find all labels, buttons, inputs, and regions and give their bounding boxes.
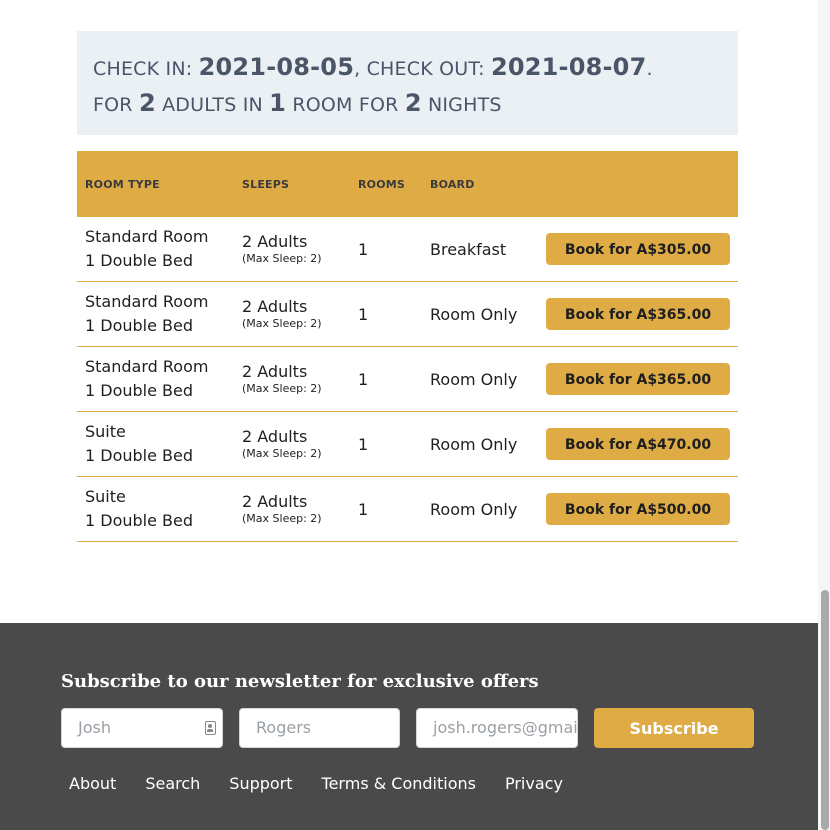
header-action [538,151,738,217]
bed-type: 1 Double Bed [85,251,194,270]
adults-label: ADULTS IN [162,94,263,116]
bed-type: 1 Double Bed [85,381,194,400]
table-header-row: ROOM TYPE SLEEPS ROOMS BOARD [77,151,738,217]
summary-dates: CHECK IN: 2021-08-05, CHECK OUT: 2021-08… [93,49,722,85]
action-cell: Book for A$500.00 [538,476,738,542]
room-type: Standard Room [85,357,209,376]
sleeps-value: 2 Adults [242,232,308,251]
room-type-cell: Standard Room 1 Double Bed [77,346,234,412]
rooms-table: ROOM TYPE SLEEPS ROOMS BOARD Standard Ro… [77,151,738,542]
check-out-date: 2021-08-07 [490,53,647,81]
footer-link-search[interactable]: Search [145,774,200,793]
header-sleeps: SLEEPS [234,151,350,217]
sleeps-value: 2 Adults [242,427,308,446]
max-sleep: (Max Sleep: 2) [242,382,322,395]
bed-type: 1 Double Bed [85,316,194,335]
check-in-label: CHECK IN: [93,58,193,80]
last-name-placeholder: Rogers [256,718,312,737]
scrollbar-thumb[interactable] [821,590,829,830]
book-button[interactable]: Book for A$470.00 [546,428,730,460]
book-button[interactable]: Book for A$305.00 [546,233,730,265]
book-button[interactable]: Book for A$365.00 [546,298,730,330]
book-button[interactable]: Book for A$365.00 [546,363,730,395]
first-name-placeholder: Josh [78,718,111,737]
email-input[interactable]: josh.rogers@gmail.com [416,708,578,748]
footer-link-terms[interactable]: Terms & Conditions [322,774,476,793]
bed-type: 1 Double Bed [85,446,194,465]
max-sleep: (Max Sleep: 2) [242,512,322,525]
first-name-input[interactable]: Josh [61,708,223,748]
header-room-type: ROOM TYPE [77,151,234,217]
sleeps-value: 2 Adults [242,362,308,381]
header-rooms: ROOMS [350,151,422,217]
rooms-cell: 1 [350,476,422,542]
footer-link-about[interactable]: About [69,774,116,793]
room-type: Standard Room [85,227,209,246]
last-name-input[interactable]: Rogers [239,708,400,748]
summary-separator: , [354,58,367,80]
bed-type: 1 Double Bed [85,511,194,530]
room-type: Suite [85,487,126,506]
for-label: FOR [93,94,133,116]
rooms-cell: 1 [350,281,422,347]
booking-summary: CHECK IN: 2021-08-05, CHECK OUT: 2021-08… [77,31,738,135]
max-sleep: (Max Sleep: 2) [242,447,322,460]
sleeps-cell: 2 Adults (Max Sleep: 2) [234,411,350,477]
action-cell: Book for A$365.00 [538,346,738,412]
table-row: Suite 1 Double Bed 2 Adults (Max Sleep: 2)… [77,476,738,542]
action-cell: Book for A$365.00 [538,281,738,347]
email-placeholder: josh.rogers@gmail.com [433,718,578,737]
book-button[interactable]: Book for A$500.00 [546,493,730,525]
room-type-cell: Suite 1 Double Bed [77,411,234,477]
table-row: Standard Room 1 Double Bed 2 Adults (Max S… [77,217,738,282]
check-out-label: CHECK OUT: [366,58,485,80]
rooms-label: ROOM FOR [292,94,399,116]
board-cell: Room Only [422,346,538,412]
adults-count: 2 [138,89,156,117]
room-type: Suite [85,422,126,441]
max-sleep: (Max Sleep: 2) [242,252,322,265]
board-cell: Room Only [422,281,538,347]
nights-count: 2 [404,89,422,117]
footer-links: About Search Support Terms & Conditions Priv… [69,774,592,793]
board-cell: Breakfast [422,217,538,282]
room-type: Standard Room [85,292,209,311]
sleeps-cell: 2 Adults (Max Sleep: 2) [234,217,350,282]
nights-label: NIGHTS [427,94,502,116]
room-type-cell: Standard Room 1 Double Bed [77,217,234,282]
rooms-count: 1 [269,89,287,117]
footer: Subscribe to our newsletter for exclusiv… [0,623,818,830]
table-row: Standard Room 1 Double Bed 2 Adults (Max S… [77,346,738,412]
room-type-cell: Suite 1 Double Bed [77,476,234,542]
summary-period: . [646,58,653,80]
sleeps-value: 2 Adults [242,297,308,316]
newsletter-title: Subscribe to our newsletter for exclusiv… [61,671,539,692]
sleeps-cell: 2 Adults (Max Sleep: 2) [234,281,350,347]
subscribe-button[interactable]: Subscribe [594,708,754,748]
footer-link-support[interactable]: Support [229,774,292,793]
sleeps-cell: 2 Adults (Max Sleep: 2) [234,346,350,412]
summary-guests: FOR 2 ADULTS IN 1 ROOM FOR 2 NIGHTS [93,85,722,121]
rooms-cell: 1 [350,217,422,282]
sleeps-value: 2 Adults [242,492,308,511]
check-in-date: 2021-08-05 [198,53,355,81]
contact-card-icon[interactable] [205,721,216,735]
table-row: Suite 1 Double Bed 2 Adults (Max Sleep: 2)… [77,411,738,477]
board-cell: Room Only [422,476,538,542]
max-sleep: (Max Sleep: 2) [242,317,322,330]
sleeps-cell: 2 Adults (Max Sleep: 2) [234,476,350,542]
action-cell: Book for A$305.00 [538,217,738,282]
board-cell: Room Only [422,411,538,477]
rooms-cell: 1 [350,411,422,477]
footer-link-privacy[interactable]: Privacy [505,774,563,793]
header-board: BOARD [422,151,538,217]
room-type-cell: Standard Room 1 Double Bed [77,281,234,347]
rooms-cell: 1 [350,346,422,412]
action-cell: Book for A$470.00 [538,411,738,477]
table-row: Standard Room 1 Double Bed 2 Adults (Max S… [77,281,738,347]
